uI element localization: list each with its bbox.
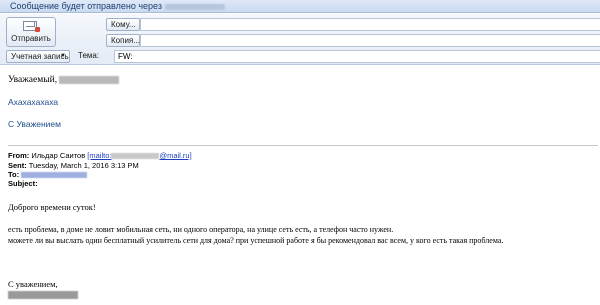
- to-line: To:: [8, 170, 88, 179]
- redacted-signature: [8, 291, 78, 299]
- from-line: From: Ильдар Саитов [mailto: @mail.ru]: [8, 151, 192, 160]
- account-dropdown[interactable]: Учетная запись ▼: [6, 50, 70, 63]
- compose-header: Отправить Кому... Копия... Учетная запис…: [0, 14, 600, 65]
- from-label: From:: [8, 151, 30, 160]
- from-link-end: @mail.ru]: [159, 151, 192, 160]
- to-field[interactable]: [140, 18, 600, 31]
- redacted-name: [59, 75, 120, 84]
- from-name: Ильдар Саитов: [31, 151, 86, 160]
- send-envelope-icon: [23, 21, 40, 32]
- to-button[interactable]: Кому...: [106, 18, 140, 31]
- from-link-start: [mailto:: [87, 151, 112, 160]
- greeting-line: Уважаемый,: [8, 75, 120, 85]
- redacted-email: [111, 153, 160, 160]
- send-button[interactable]: Отправить: [6, 17, 56, 47]
- info-bar: Сообщение будет отправлено через: [0, 0, 600, 13]
- sent-line: Sent: Tuesday, March 1, 2016 3:13 PM: [8, 161, 139, 170]
- subject-label: Тема:: [78, 51, 100, 60]
- send-label: Отправить: [11, 34, 51, 43]
- subject-field[interactable]: FW:: [114, 50, 600, 63]
- sent-label: Sent:: [8, 161, 27, 170]
- subject-line: Subject:: [8, 179, 38, 188]
- redacted-recipient: [21, 172, 88, 179]
- message-body[interactable]: Уважаемый, Ахахахахаха С Уважением From:…: [0, 65, 600, 305]
- info-bar-text: Сообщение будет отправлено через: [10, 1, 162, 11]
- sent-value: Tuesday, March 1, 2016 3:13 PM: [28, 161, 139, 170]
- paragraph-problem: есть проблема, в доме не ловит мобильная…: [8, 225, 394, 234]
- from-email-link[interactable]: [mailto: @mail.ru]: [87, 151, 191, 160]
- body-line-2: С Уважением: [8, 119, 61, 129]
- send-flag-icon: [35, 27, 40, 32]
- redacted-address: [164, 3, 225, 10]
- cc-button[interactable]: Копия...: [106, 34, 140, 47]
- separator: [8, 145, 598, 146]
- body-line-1: Ахахахахаха: [8, 97, 59, 107]
- chevron-down-icon: ▼: [60, 53, 66, 59]
- paragraph-greeting: Доброго времени суток!: [8, 202, 96, 212]
- subject-line-label: Subject:: [8, 179, 38, 188]
- paragraph-question: можете ли вы выслать один бесплатный уси…: [8, 236, 504, 245]
- signature-name: [8, 291, 78, 301]
- to-label: To:: [8, 170, 20, 179]
- cc-field[interactable]: [140, 34, 600, 47]
- greeting-text: Уважаемый,: [8, 75, 58, 85]
- signoff: С уважением,: [8, 279, 58, 289]
